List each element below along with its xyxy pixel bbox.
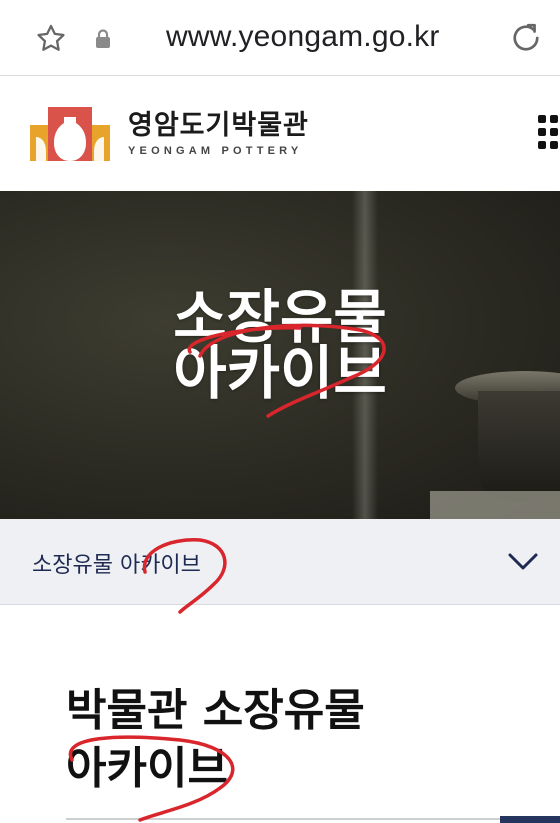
logo-text[interactable]: 영암도기박물관 YEONGAM POTTERY <box>128 110 309 158</box>
content-accent-block <box>500 816 560 823</box>
section-dropdown[interactable]: 소장유물 아카이브 <box>0 519 560 605</box>
page-title: 박물관 소장유물 아카이브 <box>66 682 365 798</box>
pottery-bowl-body <box>478 391 560 501</box>
reload-icon[interactable] <box>508 20 544 56</box>
star-icon[interactable] <box>34 22 68 56</box>
site-header: 영암도기박물관 YEONGAM POTTERY <box>0 77 560 191</box>
hero-title-line2: 아카이브 <box>173 339 387 407</box>
museum-logo-icon[interactable] <box>30 107 110 161</box>
lock-icon <box>96 29 110 48</box>
display-stand <box>430 491 560 519</box>
chevron-down-icon[interactable] <box>506 549 540 573</box>
content-divider <box>66 818 500 823</box>
page-title-line1: 박물관 소장유물 <box>66 685 365 736</box>
logo-name-kr: 영암도기박물관 <box>128 110 309 141</box>
hero-title-line1: 소장유물 <box>173 283 387 351</box>
logo-name-en: YEONGAM POTTERY <box>128 145 303 157</box>
page-title-line2: 아카이브 <box>66 743 228 794</box>
browser-address-bar: www.yeongam.go.kr <box>0 0 560 76</box>
url-text[interactable]: www.yeongam.go.kr <box>166 20 440 54</box>
grid-menu-icon[interactable] <box>538 115 560 151</box>
hero-banner: 소장유물 아카이브 <box>0 191 560 519</box>
section-dropdown-label: 소장유물 아카이브 <box>32 553 201 578</box>
